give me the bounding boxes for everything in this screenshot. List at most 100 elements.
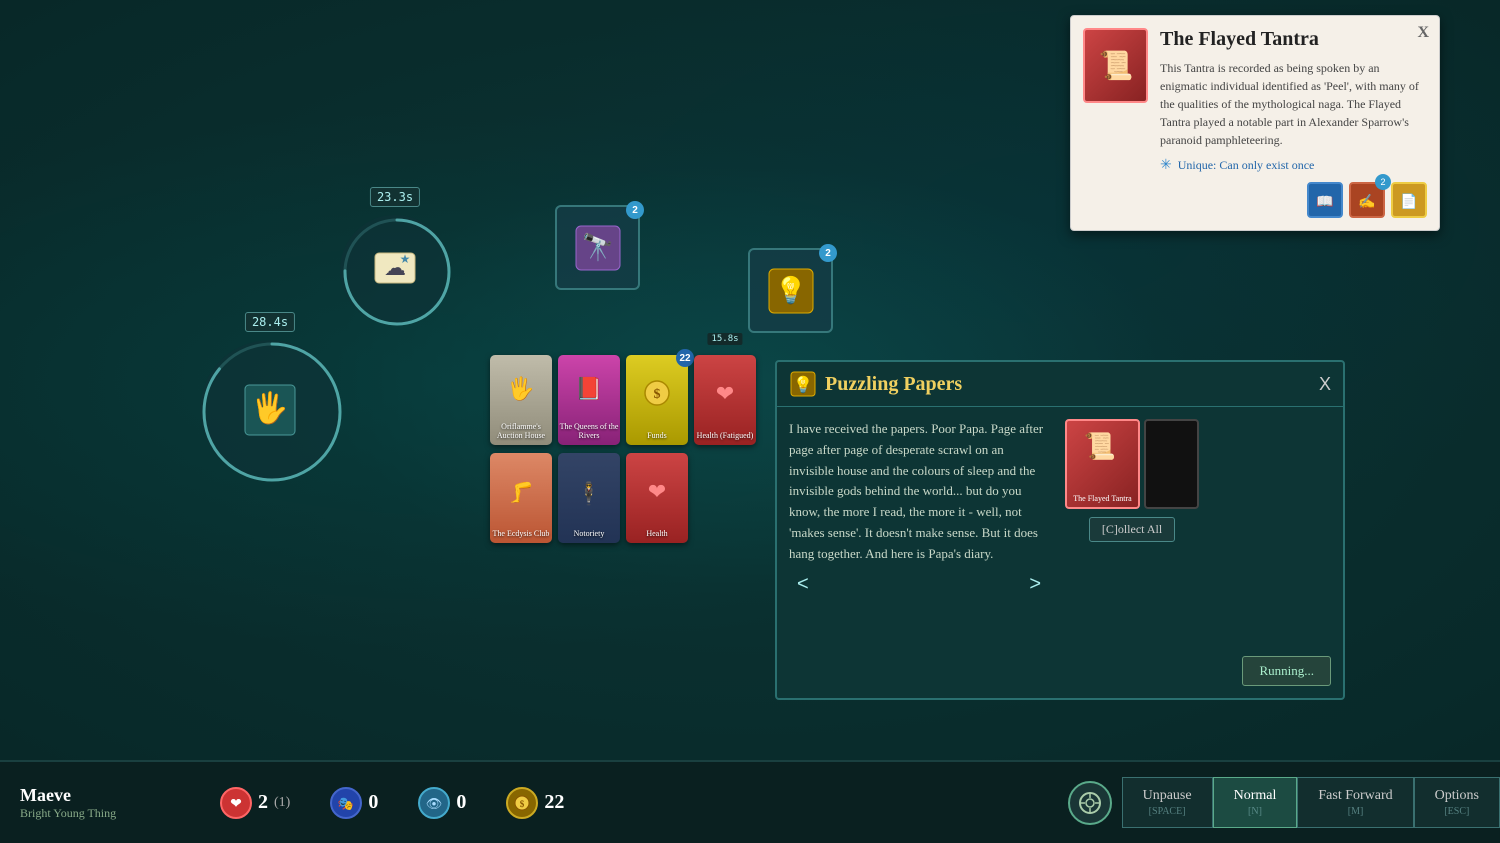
card-ecdysis[interactable]: 🦵 The Ecdysis Club bbox=[490, 453, 552, 543]
tooltip-title: The Flayed Tantra bbox=[1160, 28, 1427, 51]
unique-icon: ✳ bbox=[1160, 157, 1172, 174]
flayed-tantra-tooltip: 📜 X The Flayed Tantra This Tantra is rec… bbox=[1070, 15, 1440, 231]
health-icon: ❤ bbox=[220, 787, 252, 819]
card-slot-telescope[interactable]: 2 🔭 bbox=[555, 205, 640, 290]
unpause-label: Unpause bbox=[1143, 788, 1192, 804]
card-health-fatigued[interactable]: 15.8s ❤ Health (Fatigued) bbox=[694, 355, 756, 445]
player-info: Maeve Bright Young Thing bbox=[0, 777, 200, 829]
normal-label: Normal bbox=[1234, 788, 1277, 804]
resource-reason-group: 👁 0 bbox=[398, 787, 486, 819]
timer-circle-1: ☁ ★ 23.3s bbox=[340, 215, 450, 325]
game-board: ☁ ★ 23.3s 🖐 28.4s 2 🔭 2 💡 bbox=[0, 0, 1500, 760]
stamp-badge: 2 bbox=[1375, 174, 1391, 190]
tooltip-actions: 📖 ✍ 2 📄 bbox=[1083, 182, 1427, 218]
fast-label: Fast Forward bbox=[1318, 788, 1392, 804]
dialog-text: I have received the papers. Poor Papa. P… bbox=[789, 419, 1049, 565]
svg-text:📜: 📜 bbox=[1084, 432, 1116, 461]
svg-text:🦵: 🦵 bbox=[509, 480, 534, 504]
svg-text:❤: ❤ bbox=[648, 479, 666, 504]
funds-icon-bottom: $ bbox=[506, 787, 538, 819]
card-notoriety[interactable]: 🕴 Notoriety bbox=[558, 453, 620, 543]
card-health-label: Health bbox=[646, 529, 667, 539]
player-name: Maeve bbox=[20, 785, 180, 806]
svg-text:❤: ❤ bbox=[230, 797, 242, 812]
dialog-prev-button[interactable]: < bbox=[789, 573, 817, 596]
card-funds-label: Funds bbox=[647, 431, 667, 441]
card-funds[interactable]: 22 $ Funds bbox=[626, 355, 688, 445]
svg-text:📖: 📖 bbox=[1316, 195, 1333, 210]
svg-text:🔭: 🔭 bbox=[581, 232, 613, 262]
svg-text:💡: 💡 bbox=[793, 375, 813, 394]
passion-icon: 🎭 bbox=[330, 787, 362, 819]
card-health-fatigued-label: Health (Fatigued) bbox=[697, 431, 754, 441]
bulb-badge: 2 bbox=[819, 244, 837, 262]
dialog-header: 💡 Puzzling Papers X bbox=[777, 362, 1343, 407]
svg-text:$: $ bbox=[654, 387, 661, 402]
tooltip-thumbnail: 📜 bbox=[1083, 28, 1148, 103]
passion-value: 0 bbox=[368, 791, 378, 814]
card-slot-bulb[interactable]: 2 💡 bbox=[748, 248, 833, 333]
tooltip-unique-text: Unique: Can only exist once bbox=[1178, 158, 1315, 173]
normal-speed-button[interactable]: Normal [N] bbox=[1213, 777, 1298, 828]
fast-forward-button[interactable]: Fast Forward [M] bbox=[1297, 777, 1413, 828]
svg-text:✍: ✍ bbox=[1358, 193, 1375, 210]
unpause-button[interactable]: Unpause [SPACE] bbox=[1122, 777, 1213, 828]
flayed-tantra-card-preview[interactable]: 📜 The Flayed Tantra bbox=[1065, 419, 1140, 509]
dialog-close-button[interactable]: X bbox=[1319, 374, 1331, 395]
normal-sub: [N] bbox=[1248, 806, 1262, 817]
svg-text:📕: 📕 bbox=[575, 376, 602, 401]
running-button[interactable]: Running... bbox=[1242, 656, 1331, 686]
options-label: Options bbox=[1435, 788, 1479, 804]
svg-text:$: $ bbox=[520, 799, 525, 809]
options-sub: [ESC] bbox=[1444, 806, 1469, 817]
dialog-navigation: < > bbox=[789, 565, 1049, 596]
bottom-bar: Maeve Bright Young Thing ❤ 2 (1) 🎭 0 👁 0… bbox=[0, 760, 1500, 843]
resource-funds-group: $ 22 bbox=[486, 787, 584, 819]
timer-circle-2: 🖐 28.4s bbox=[200, 340, 340, 480]
tooltip-description: This Tantra is recorded as being spoken … bbox=[1160, 59, 1427, 149]
svg-text:🕴: 🕴 bbox=[575, 481, 602, 506]
tooltip-action-book[interactable]: 📖 bbox=[1307, 182, 1343, 218]
card-queens[interactable]: 📕 The Queens of the Rivers bbox=[558, 355, 620, 445]
svg-text:🖐: 🖐 bbox=[507, 375, 534, 403]
dialog-next-button[interactable]: > bbox=[1021, 573, 1049, 596]
card-queens-label: The Queens of the Rivers bbox=[558, 422, 620, 441]
svg-text:❤: ❤ bbox=[716, 381, 734, 406]
svg-text:📜: 📜 bbox=[1098, 50, 1133, 82]
resource-passion-group: 🎭 0 bbox=[310, 787, 398, 819]
funds-badge: 22 bbox=[676, 349, 694, 367]
collect-all-button[interactable]: [C]ollect All bbox=[1089, 517, 1175, 542]
reason-icon: 👁 bbox=[418, 787, 450, 819]
fast-sub: [M] bbox=[1348, 806, 1364, 817]
telescope-badge: 2 bbox=[626, 201, 644, 219]
timer-1-label: 23.3s bbox=[370, 187, 420, 207]
tooltip-unique: ✳ Unique: Can only exist once bbox=[1160, 157, 1427, 174]
hand-area: 🖐 Oriflamme's Auction House 📕 The Queens… bbox=[490, 355, 758, 547]
health-fatigued-timer: 15.8s bbox=[707, 333, 742, 345]
funds-value-bottom: 22 bbox=[544, 791, 564, 814]
dark-card bbox=[1144, 419, 1199, 509]
card-ecdysis-label: The Ecdysis Club bbox=[493, 529, 550, 539]
tooltip-action-page[interactable]: 📄 bbox=[1391, 182, 1427, 218]
dialog-body: I have received the papers. Poor Papa. P… bbox=[777, 407, 1343, 608]
svg-text:🎭: 🎭 bbox=[338, 796, 354, 811]
dialog-cards-area: 📜 The Flayed Tantra [C]ollect All bbox=[1065, 419, 1199, 596]
puzzling-papers-dialog: 💡 Puzzling Papers X I have received the … bbox=[775, 360, 1345, 700]
resource-health-group: ❤ 2 (1) bbox=[200, 787, 310, 819]
health-sub: (1) bbox=[274, 795, 290, 811]
card-notoriety-label: Notoriety bbox=[574, 529, 605, 539]
reason-value: 0 bbox=[456, 791, 466, 814]
svg-text:👁: 👁 bbox=[426, 796, 443, 811]
mystery-button[interactable] bbox=[1058, 781, 1122, 825]
svg-text:💡: 💡 bbox=[774, 275, 806, 305]
unpause-sub: [SPACE] bbox=[1149, 806, 1186, 817]
card-health[interactable]: ❤ Health bbox=[626, 453, 688, 543]
options-button[interactable]: Options [ESC] bbox=[1414, 777, 1500, 828]
svg-text:📄: 📄 bbox=[1400, 193, 1417, 210]
timer-2-label: 28.4s bbox=[245, 312, 295, 332]
card-auction-house[interactable]: 🖐 Oriflamme's Auction House bbox=[490, 355, 552, 445]
dialog-title: Puzzling Papers bbox=[825, 373, 1311, 396]
tooltip-close-button[interactable]: X bbox=[1417, 24, 1429, 42]
card-auction-label: Oriflamme's Auction House bbox=[490, 422, 552, 441]
player-title: Bright Young Thing bbox=[20, 806, 180, 821]
